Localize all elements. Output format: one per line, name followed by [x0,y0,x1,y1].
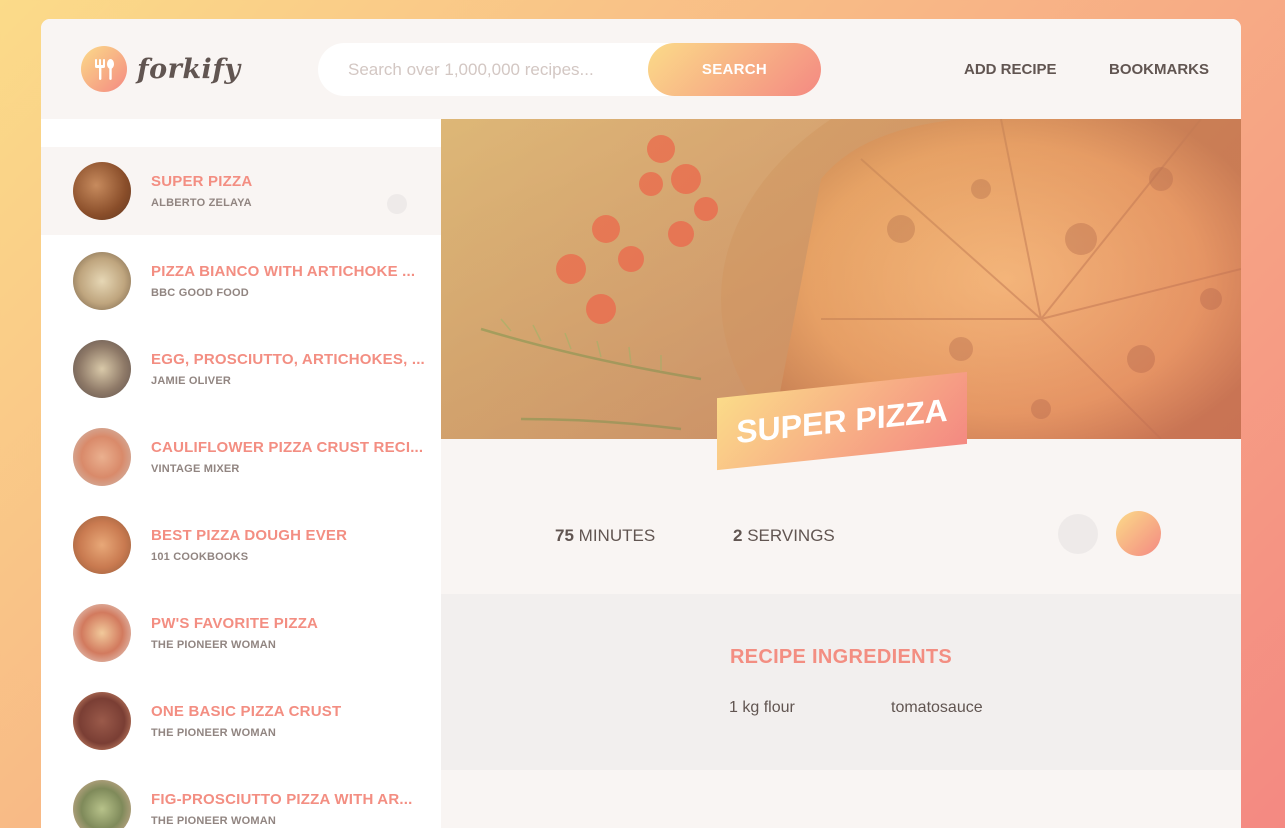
user-generated-icon [1058,514,1098,554]
recipe-thumbnail [73,162,131,220]
ingredient-item: tomatosauce [891,699,983,716]
recipe-thumbnail [73,692,131,750]
recipe-thumbnail [73,780,131,828]
bookmarks-button[interactable]: BOOKMARKS [1109,61,1209,78]
result-title: PIZZA BIANCO WITH ARTICHOKE ... [151,263,416,280]
user-generated-icon [387,194,407,214]
result-publisher: JAMIE OLIVER [151,375,232,387]
recipe-thumbnail [73,428,131,486]
result-title: PW'S FAVORITE PIZZA [151,615,319,632]
result-item[interactable]: PIZZA BIANCO WITH ARTICHOKE ... BBC GOOD… [41,237,441,325]
search-input[interactable] [348,59,668,80]
recipe-thumbnail [73,604,131,662]
result-item[interactable]: FIG-PROSCIUTTO PIZZA WITH AR... THE PION… [41,765,441,828]
recipe-thumbnail [73,516,131,574]
result-publisher: THE PIONEER WOMAN [151,815,277,827]
result-item[interactable]: PW'S FAVORITE PIZZA THE PIONEER WOMAN [41,589,441,677]
recipe-ingredients: RECIPE INGREDIENTS 1 kg flour tomatosauc… [441,594,1241,770]
search-form: SEARCH [318,43,821,96]
result-publisher: ALBERTO ZELAYA [151,197,252,209]
add-recipe-button[interactable]: ADD RECIPE [964,61,1057,78]
recipe-view: SUPER PIZZA 75 MINUTES 2 SERVINGS RECIPE… [441,119,1241,828]
result-item[interactable]: SUPER PIZZA ALBERTO ZELAYA [41,147,441,235]
search-button[interactable]: SEARCH [648,43,821,96]
logo[interactable]: forkify [81,46,241,92]
ingredients-heading: RECIPE INGREDIENTS [729,646,953,668]
recipe-thumbnail [73,340,131,398]
result-publisher: BBC GOOD FOOD [151,287,249,299]
result-publisher: 101 COOKBOOKS [151,551,249,563]
recipe-details: 75 MINUTES 2 SERVINGS [441,511,1241,594]
result-item[interactable]: CAULIFLOWER PIZZA CRUST RECI... VINTAGE … [41,413,441,501]
fork-spoon-icon [81,46,127,92]
result-publisher: THE PIONEER WOMAN [151,639,277,651]
result-publisher: VINTAGE MIXER [151,463,240,475]
header: forkify SEARCH ADD RECIPE BOOKMARKS [41,19,1241,119]
bookmark-button[interactable] [1116,511,1161,556]
result-item[interactable]: EGG, PROSCIUTTO, ARTICHOKES, ... JAMIE O… [41,325,441,413]
logo-text: forkify [137,53,241,85]
result-item[interactable]: ONE BASIC PIZZA CRUST THE PIONEER WOMAN [41,677,441,765]
ingredient-item: 1 kg flour [729,699,795,716]
recipe-servings: 2 SERVINGS [733,526,835,545]
result-title: SUPER PIZZA [151,173,253,190]
result-title: EGG, PROSCIUTTO, ARTICHOKES, ... [151,351,425,368]
recipe-minutes: 75 MINUTES [555,526,656,545]
search-results: SUPER PIZZA ALBERTO ZELAYA PIZZA BIANCO … [41,119,441,828]
result-title: ONE BASIC PIZZA CRUST [151,703,342,720]
result-item[interactable]: BEST PIZZA DOUGH EVER 101 COOKBOOKS [41,501,441,589]
recipe-thumbnail [73,252,131,310]
recipe-title: SUPER PIZZA [736,391,948,450]
app-container: forkify SEARCH ADD RECIPE BOOKMARKS SUPE… [41,19,1241,828]
result-title: BEST PIZZA DOUGH EVER [151,527,348,544]
result-publisher: THE PIONEER WOMAN [151,727,277,739]
result-title: CAULIFLOWER PIZZA CRUST RECI... [151,439,424,456]
result-title: FIG-PROSCIUTTO PIZZA WITH AR... [151,791,413,808]
